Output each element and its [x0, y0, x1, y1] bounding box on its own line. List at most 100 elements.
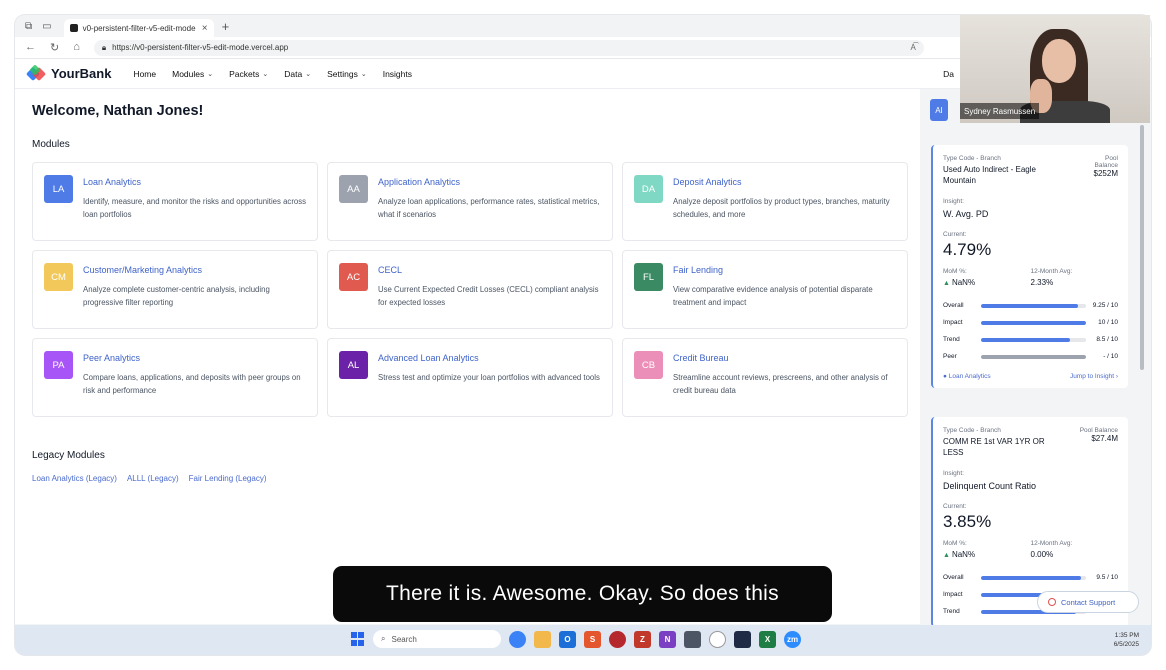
module-card[interactable]: AL Advanced Loan Analytics Stress test and… [327, 338, 613, 417]
nav-modules[interactable]: Modules ⌄ [172, 69, 213, 79]
score-label: Peer [943, 353, 957, 360]
edge-icon[interactable] [509, 630, 526, 648]
insight-segment-block: Type Code - Branch Used Auto Indirect - E… [943, 155, 1063, 186]
back-icon[interactable]: ← [25, 41, 36, 54]
refresh-icon[interactable]: ↻ [50, 41, 59, 54]
module-link[interactable]: ● Loan Analytics [943, 373, 991, 380]
taskbar-search[interactable]: ⌕ Search [373, 630, 501, 648]
module-description: Identify, measure, and monitor the risks… [83, 197, 307, 219]
module-title-link[interactable]: Application Analytics [378, 177, 602, 187]
module-badge: CM [44, 263, 73, 291]
browser-tab[interactable]: v0-persistent-filter-v5-edit-mode × [63, 19, 214, 37]
mom-label: MoM %: [943, 268, 967, 275]
windows-start-icon[interactable] [351, 632, 365, 646]
taskbar-clock[interactable]: 1:35 PM 6/5/2025 [1114, 631, 1139, 649]
vscode-icon[interactable] [734, 630, 751, 648]
workspaces-icon[interactable]: ⧉ [25, 21, 32, 32]
module-card[interactable]: PA Peer Analytics Compare loans, applicati… [32, 338, 318, 417]
module-description: Streamline account reviews, prescreens, … [673, 373, 888, 395]
webcam-nameplate: Sydney Rasmussen [960, 103, 1040, 119]
score-bar [981, 575, 1086, 580]
brand-logo[interactable]: YourBank [15, 63, 111, 83]
filezilla-icon[interactable]: Z [634, 630, 651, 648]
module-card[interactable]: DA Deposit Analytics Analyze deposit portf… [622, 162, 908, 241]
nav-packets[interactable]: Packets ⌄ [229, 69, 268, 79]
close-tab-icon[interactable]: × [202, 23, 208, 34]
module-title-link[interactable]: Deposit Analytics [673, 177, 897, 187]
nav-insights[interactable]: Insights [383, 69, 412, 79]
zoom-icon[interactable]: zm [784, 630, 801, 648]
current-value: 3.85% [943, 512, 992, 531]
logo-mark-icon [25, 63, 47, 83]
insight-segment-block: Type Code - Branch COMM RE 1st VAR 1YR OR… [943, 427, 1063, 458]
module-title-link[interactable]: Fair Lending [673, 265, 897, 275]
chevron-down-icon: ⌄ [262, 70, 269, 78]
mom-value-row: ▲ NaN% [943, 550, 1031, 559]
tab-list-icon[interactable]: ▭ [42, 21, 51, 32]
chatgpt-icon[interactable] [709, 630, 726, 648]
module-card[interactable]: AC CECL Use Current Expected Credit Losses… [327, 250, 613, 329]
score-bar [981, 303, 1086, 308]
home-icon[interactable]: ⌂ [73, 41, 80, 54]
legacy-module-link[interactable]: Loan Analytics (Legacy) [32, 474, 117, 483]
module-card[interactable]: CB Credit Bureau Streamline account review… [622, 338, 908, 417]
nav-modules-label: Modules [172, 68, 205, 79]
pool-balance-label-2: Balance [1094, 162, 1119, 169]
module-title-link[interactable]: Peer Analytics [83, 353, 307, 363]
module-card[interactable]: CM Customer/Marketing Analytics Analyze co… [32, 250, 318, 329]
module-badge: LA [44, 175, 73, 203]
score-bar [981, 354, 1086, 359]
module-card[interactable]: FL Fair Lending View comparative evidence … [622, 250, 908, 329]
pool-balance-block: Pool Balance $252M [1094, 155, 1118, 186]
contact-support-button[interactable]: Contact Support [1037, 591, 1139, 613]
legacy-links: Loan Analytics (Legacy) ALLL (Legacy) Fair… [32, 474, 267, 483]
legacy-module-link[interactable]: Fair Lending (Legacy) [189, 474, 267, 483]
module-title-link[interactable]: Loan Analytics [83, 177, 307, 187]
pool-balance-label: Pool [1104, 155, 1118, 162]
module-title-link[interactable]: Customer/Marketing Analytics [83, 265, 307, 275]
chevron-down-icon: ⌄ [305, 70, 312, 78]
score-row: Trend 8.5 / 10 [943, 331, 1118, 348]
mom-column: MoM %: ▲ NaN% [943, 540, 1031, 559]
modules-grid: LA Loan Analytics Identify, measure, and m… [32, 162, 908, 417]
jump-link-label: Jump to Insight [1069, 373, 1115, 380]
url-field[interactable]: 🔒︎ https://v0-persistent-filter-v5-edit-… [93, 39, 924, 56]
onenote-icon[interactable]: N [659, 630, 676, 648]
module-title-link[interactable]: Credit Bureau [673, 353, 897, 363]
pool-balance-block: Pool Balance $27.4M [1080, 427, 1118, 458]
nav-settings-label: Settings [327, 68, 358, 79]
app-red-icon[interactable] [609, 630, 626, 648]
file-explorer-icon[interactable] [534, 630, 551, 648]
score-bar [981, 337, 1086, 342]
legacy-module-link[interactable]: ALLL (Legacy) [127, 474, 179, 483]
module-badge: AL [339, 351, 368, 379]
score-bar-fill [981, 354, 1086, 359]
nav-data[interactable]: Data ⌄ [284, 69, 311, 79]
nav-home[interactable]: Home [133, 69, 156, 79]
score-row: Impact 10 / 10 [943, 314, 1118, 331]
nav-right-item[interactable]: Da [943, 69, 960, 79]
score-list: Overall 9.25 / 10 Impact 10 / 10 Trend 8.5 / … [943, 297, 1118, 365]
app-gray-icon[interactable] [684, 630, 701, 648]
module-badge: PA [44, 351, 73, 379]
outlook-icon[interactable]: O [559, 630, 576, 648]
nav-insights-label: Insights [382, 68, 412, 79]
panel-scrollbar[interactable] [1140, 125, 1144, 370]
segment-name: Used Auto Indirect - Eagle Mountain [943, 165, 1036, 185]
jump-to-insight-link[interactable]: Jump to Insight › [1070, 373, 1118, 380]
module-title-link[interactable]: CECL [378, 265, 602, 275]
read-aloud-icon[interactable]: A͡ [911, 43, 916, 52]
current-value: 4.79% [943, 240, 992, 259]
module-card[interactable]: AA Application Analytics Analyze loan appl… [327, 162, 613, 241]
ai-button[interactable]: AI [930, 99, 948, 121]
pool-balance-value: $27.4M [1091, 434, 1118, 443]
score-value: 8.5 / 10 [1096, 335, 1118, 343]
avg-label: 12-Month Avg: [1030, 268, 1073, 275]
module-card[interactable]: LA Loan Analytics Identify, measure, and m… [32, 162, 318, 241]
contact-support-label: Contact Support [1061, 597, 1116, 607]
module-title-link[interactable]: Advanced Loan Analytics [378, 353, 602, 363]
nav-settings[interactable]: Settings ⌄ [327, 69, 367, 79]
sublime-icon[interactable]: S [584, 630, 601, 648]
new-tab-icon[interactable]: + [222, 19, 230, 34]
excel-icon[interactable]: X [759, 630, 776, 648]
